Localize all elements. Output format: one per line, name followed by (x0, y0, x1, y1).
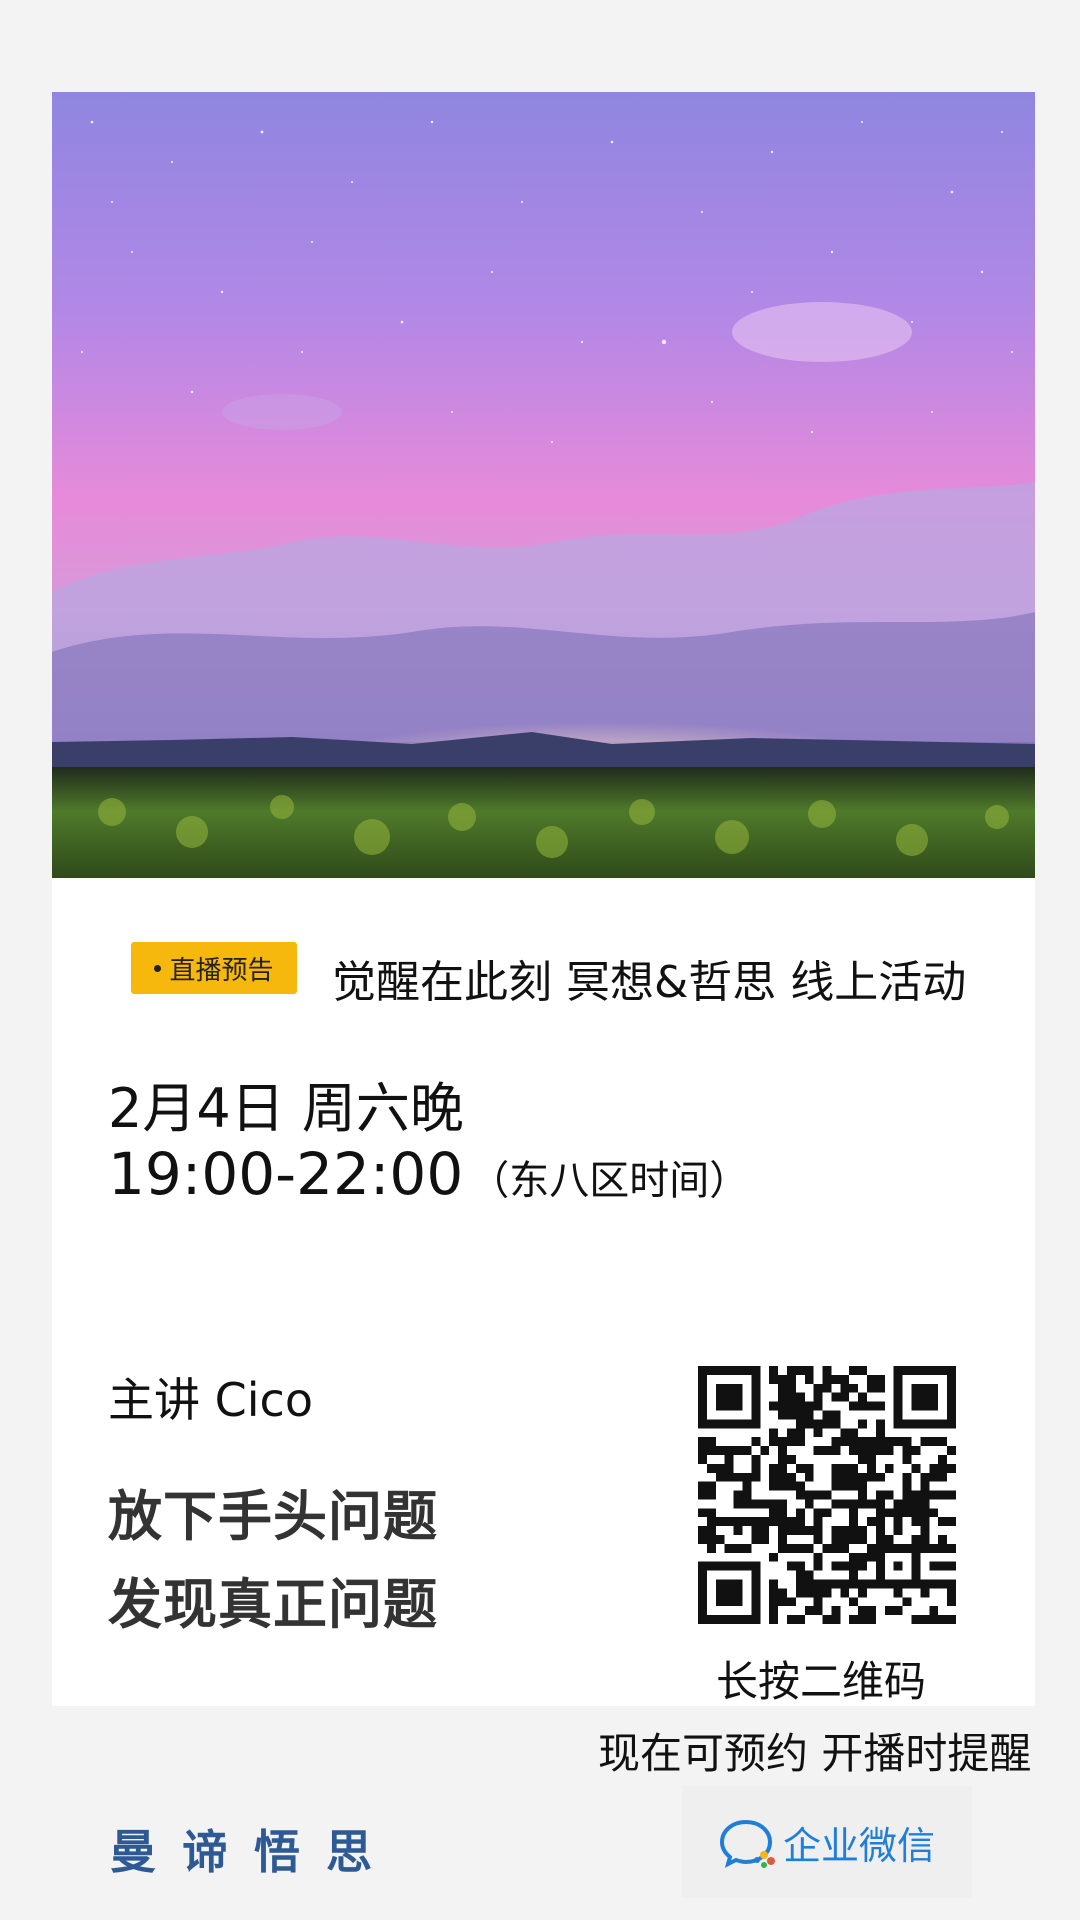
event-title: 觉醒在此刻 冥想&哲思 线上活动 (332, 957, 967, 1008)
qr-hint: 长按二维码 (716, 1657, 927, 1706)
speaker-label: 主讲 Cico (108, 1373, 313, 1427)
wecom-logo-icon (719, 1819, 775, 1868)
brand-name: 曼谛悟思 (110, 1825, 398, 1879)
slogan-line-2: 发现真正问题 (108, 1573, 438, 1636)
wecom-button[interactable]: 企业微信 (682, 1786, 972, 1898)
reserve-reminder: 现在可预约 开播时提醒 (598, 1729, 1032, 1778)
event-time-range: 19:00-22:00 (108, 1140, 464, 1208)
hero-photo (52, 92, 1035, 878)
qr-code[interactable] (698, 1366, 956, 1624)
event-timezone: （东八区时间） (469, 1158, 750, 1204)
event-date: 2月4日 周六晚 (108, 1077, 464, 1140)
event-time: 19:00-22:00 （东八区时间） (108, 1140, 749, 1208)
live-preview-badge: 直播预告 (131, 942, 297, 994)
wecom-label: 企业微信 (782, 1823, 935, 1868)
badge-dot (154, 964, 162, 972)
slogan-line-1: 放下手头问题 (108, 1485, 438, 1548)
badge-label: 直播预告 (169, 955, 274, 986)
